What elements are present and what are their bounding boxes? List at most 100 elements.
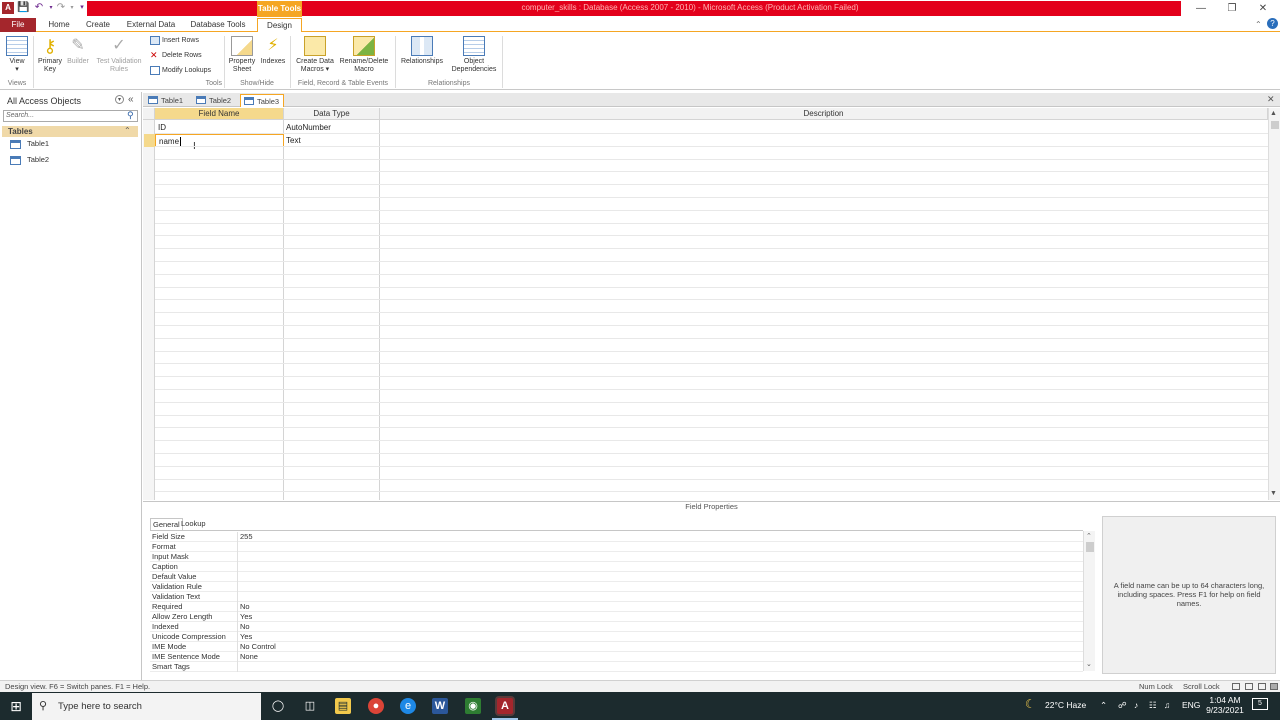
object-dependencies-button[interactable]: Object Dependencies bbox=[448, 36, 500, 74]
property-row[interactable]: Caption bbox=[150, 562, 1083, 572]
scroll-up-icon[interactable]: ▲ bbox=[1270, 110, 1277, 117]
test-validation-rules-button[interactable]: ✓ Test Validation Rules bbox=[92, 36, 146, 74]
microphone-icon[interactable]: ♪ bbox=[1134, 700, 1138, 710]
property-row[interactable]: Input Mask bbox=[150, 552, 1083, 562]
modify-lookups-button[interactable]: Modify Lookups bbox=[150, 65, 211, 77]
indexes-button[interactable]: ⚡ Indexes bbox=[258, 36, 288, 66]
nvidia-icon[interactable]: ◉ bbox=[465, 698, 481, 714]
undo-icon[interactable]: ↶ bbox=[33, 2, 45, 14]
property-row[interactable]: Allow Zero Length Yes bbox=[150, 612, 1083, 622]
scroll-thumb[interactable] bbox=[1086, 542, 1094, 552]
property-row[interactable]: IME Mode No Control bbox=[150, 642, 1083, 652]
rename-delete-macro-button[interactable]: Rename/Delete Macro bbox=[337, 36, 391, 74]
access-app-icon[interactable]: A bbox=[2, 2, 14, 14]
tab-lookup[interactable]: Lookup bbox=[181, 518, 206, 530]
tab-general[interactable]: General bbox=[150, 518, 183, 530]
property-row[interactable]: Unicode Compression Yes bbox=[150, 632, 1083, 642]
file-explorer-icon[interactable]: ▤ bbox=[335, 698, 351, 714]
column-header-data-type[interactable]: Data Type bbox=[284, 108, 380, 120]
properties-scrollbar[interactable]: ⌃ ⌄ bbox=[1083, 531, 1095, 671]
minimize-ribbon-icon[interactable]: ⌃ bbox=[1255, 20, 1262, 29]
view-button[interactable]: View ▾ bbox=[4, 36, 30, 74]
primary-key-button[interactable]: ⚷ Primary Key bbox=[36, 36, 64, 74]
property-row[interactable]: Format bbox=[150, 542, 1083, 552]
nav-item-table1[interactable]: Table1 bbox=[10, 137, 49, 151]
nav-pane-title[interactable]: All Access Objects bbox=[7, 96, 81, 106]
property-row[interactable]: Validation Text bbox=[150, 592, 1083, 602]
edge-icon[interactable]: e bbox=[400, 698, 416, 714]
notification-center-icon[interactable]: 5 bbox=[1252, 698, 1268, 710]
tab-database-tools[interactable]: Database Tools bbox=[186, 18, 250, 32]
scroll-up-icon[interactable]: ⌃ bbox=[1086, 532, 1092, 540]
show-hidden-icons-icon[interactable]: ⌃ bbox=[1100, 700, 1107, 711]
scroll-down-icon[interactable]: ▼ bbox=[1270, 490, 1277, 497]
network-status-icon[interactable]: ☍ bbox=[1118, 700, 1127, 711]
property-sheet-button[interactable]: Property Sheet bbox=[226, 36, 258, 74]
property-value[interactable]: Yes bbox=[240, 632, 252, 642]
pivotchart-view-icon[interactable] bbox=[1258, 683, 1266, 690]
property-row[interactable]: Smart Tags bbox=[150, 662, 1083, 672]
builder-button[interactable]: ✎ Builder bbox=[64, 36, 92, 66]
tab-home[interactable]: Home bbox=[42, 18, 76, 32]
wifi-icon[interactable]: ☷ bbox=[1149, 700, 1157, 711]
row-selector-column[interactable] bbox=[143, 120, 155, 500]
datasheet-view-icon[interactable] bbox=[1232, 683, 1240, 690]
column-header-description[interactable]: Description bbox=[380, 108, 1268, 120]
help-icon[interactable]: ? bbox=[1267, 18, 1278, 29]
cortana-icon[interactable]: ◯ bbox=[270, 698, 286, 714]
doc-tab-table2[interactable]: Table2 bbox=[193, 94, 239, 107]
relationships-button[interactable]: Relationships bbox=[398, 36, 446, 66]
grid-vertical-scrollbar[interactable]: ▲ ▼ bbox=[1268, 108, 1280, 500]
tab-external-data[interactable]: External Data bbox=[122, 18, 180, 32]
property-value[interactable]: Yes bbox=[240, 612, 252, 622]
nav-menu-dropdown-icon[interactable]: ▾ bbox=[115, 95, 124, 104]
language-indicator[interactable]: ENG bbox=[1182, 700, 1200, 710]
pivottable-view-icon[interactable] bbox=[1245, 683, 1253, 690]
doc-tab-table3[interactable]: Table3 bbox=[240, 94, 284, 107]
property-row[interactable]: Required No bbox=[150, 602, 1083, 612]
current-row-selector[interactable] bbox=[144, 134, 155, 147]
property-value[interactable]: No bbox=[240, 602, 250, 612]
minimize-icon[interactable]: — bbox=[1186, 2, 1216, 16]
property-row[interactable]: Indexed No bbox=[150, 622, 1083, 632]
property-value[interactable]: None bbox=[240, 652, 258, 662]
restore-icon[interactable]: ❐ bbox=[1217, 2, 1247, 16]
close-icon[interactable]: ✕ bbox=[1248, 2, 1278, 16]
property-value[interactable]: No Control bbox=[240, 642, 276, 652]
property-row[interactable]: Default Value bbox=[150, 572, 1083, 582]
shutter-bar-collapse-icon[interactable]: « bbox=[128, 94, 134, 105]
collapse-section-icon[interactable]: ⌃ bbox=[124, 126, 131, 135]
tab-file[interactable]: File bbox=[0, 18, 36, 32]
scroll-thumb[interactable] bbox=[1271, 121, 1279, 129]
weather-icon[interactable]: ☾ bbox=[1025, 697, 1036, 711]
nav-section-tables[interactable]: Tables bbox=[2, 126, 138, 137]
save-icon[interactable]: 💾 bbox=[17, 2, 29, 14]
clock[interactable]: 1:04 AM 9/23/2021 bbox=[1205, 695, 1245, 715]
property-row[interactable]: Validation Rule bbox=[150, 582, 1083, 592]
task-view-icon[interactable]: ◫ bbox=[302, 698, 318, 714]
taskbar-search-input[interactable]: Type here to search bbox=[32, 693, 261, 720]
tab-create[interactable]: Create bbox=[80, 18, 116, 32]
access-taskbar-icon[interactable]: A bbox=[497, 698, 513, 714]
design-view-icon[interactable] bbox=[1270, 683, 1278, 690]
tab-design[interactable]: Design bbox=[257, 18, 302, 32]
weather-text[interactable]: 22°C Haze bbox=[1045, 700, 1086, 710]
scroll-down-icon[interactable]: ⌄ bbox=[1086, 660, 1092, 668]
create-data-macros-button[interactable]: Create Data Macros ▾ bbox=[293, 36, 337, 74]
windows-start-icon[interactable]: ⊞ bbox=[8, 698, 24, 714]
volume-icon[interactable]: ♫ bbox=[1164, 700, 1170, 710]
column-header-field-name[interactable]: Field Name bbox=[155, 108, 284, 120]
property-value[interactable]: 255 bbox=[240, 532, 253, 542]
property-row[interactable]: Field Size 255 bbox=[150, 532, 1083, 542]
nav-search-input[interactable]: Search... bbox=[3, 110, 138, 122]
close-document-icon[interactable]: ✕ bbox=[1267, 94, 1275, 105]
grid-corner[interactable] bbox=[143, 108, 155, 120]
word-icon[interactable]: W bbox=[432, 698, 448, 714]
delete-rows-button[interactable]: ✕ Delete Rows bbox=[150, 50, 202, 62]
customize-qat-icon[interactable]: ▾ bbox=[76, 2, 88, 14]
chrome-icon[interactable]: ● bbox=[368, 698, 384, 714]
property-value[interactable]: No bbox=[240, 622, 250, 632]
doc-tab-table1[interactable]: Table1 bbox=[145, 94, 191, 107]
property-row[interactable]: IME Sentence Mode None bbox=[150, 652, 1083, 662]
nav-item-table2[interactable]: Table2 bbox=[10, 153, 49, 167]
